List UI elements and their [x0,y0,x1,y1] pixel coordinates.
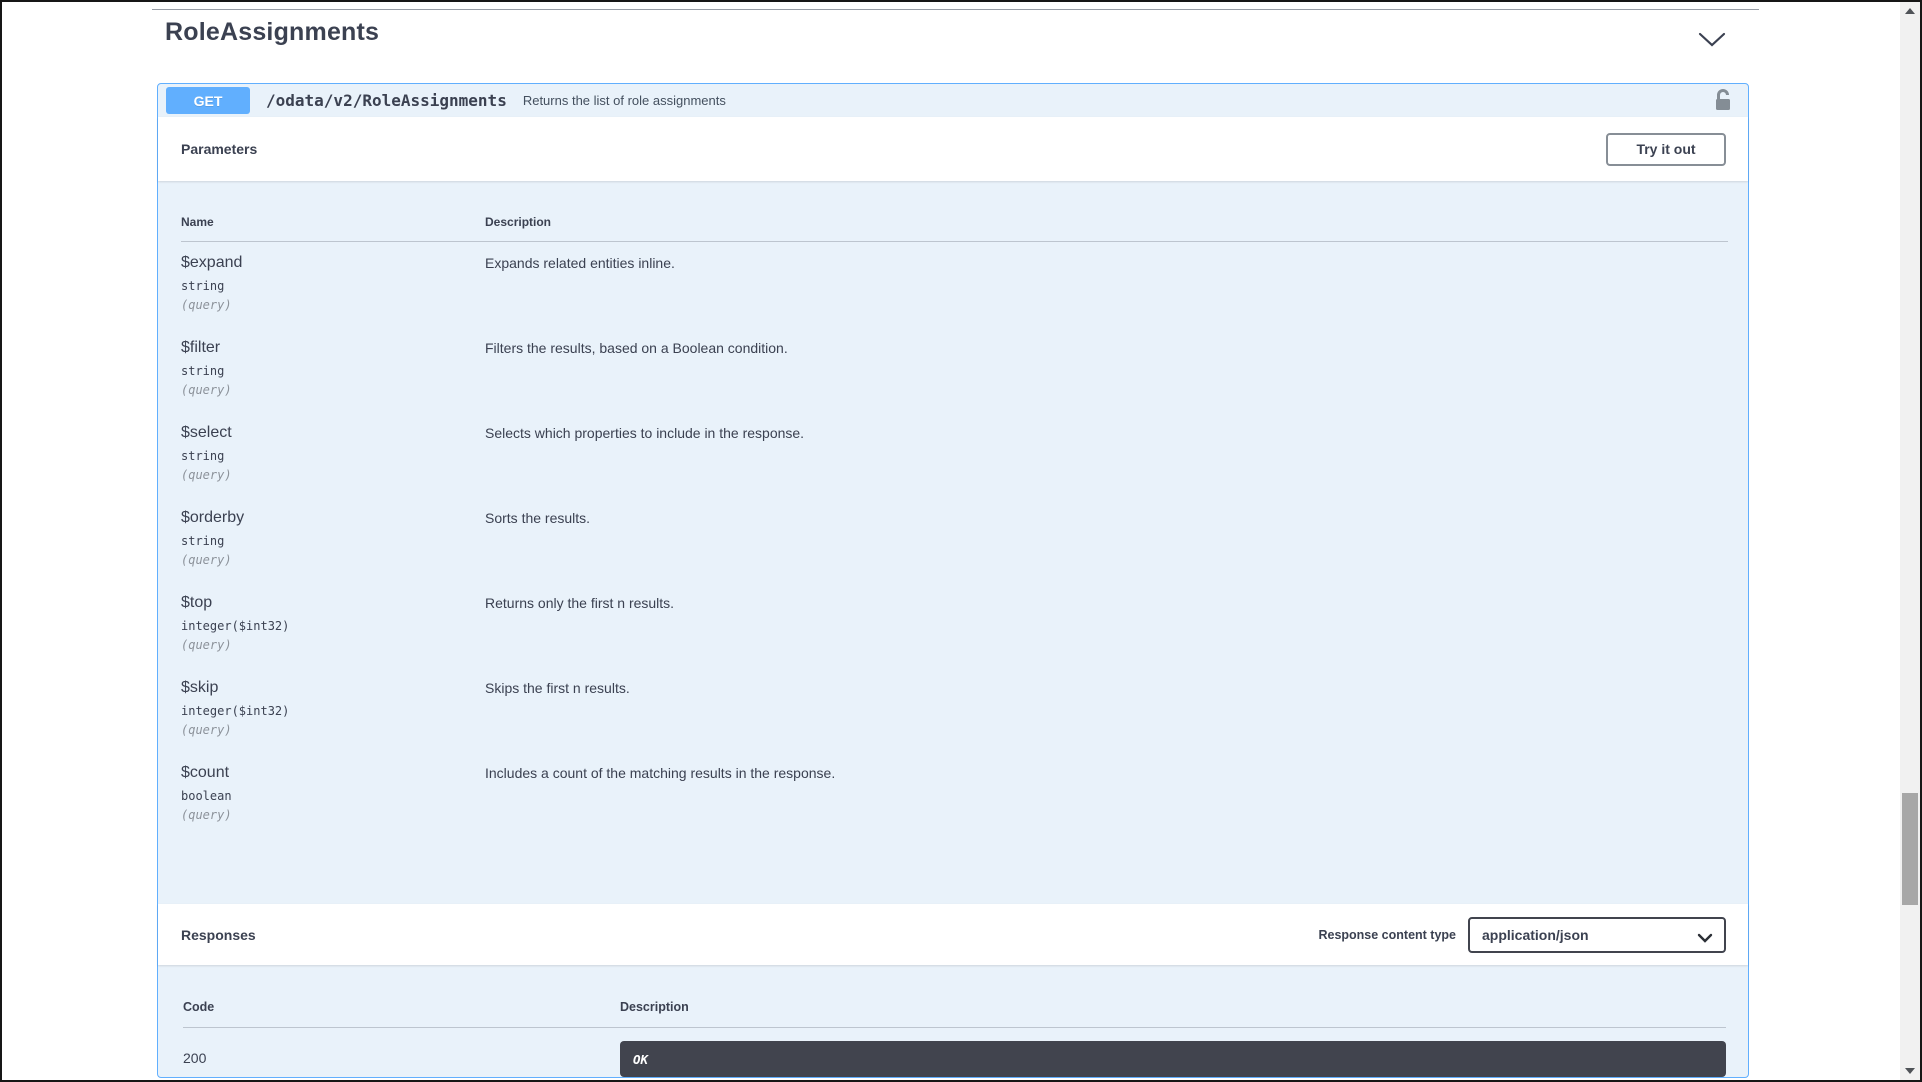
param-location: (query) [181,468,232,482]
section-divider [152,9,1759,10]
param-location: (query) [181,638,232,652]
table-row: $expand string (query) Expands related e… [181,254,1728,327]
operation-description: Returns the list of role assignments [522,93,726,108]
responses-header: Responses Response content type applicat… [158,904,1748,965]
param-description: Expands related entities inline. [485,255,675,271]
endpoint-path: /odata/v2/RoleAssignments [266,91,507,110]
param-location: (query) [181,298,232,312]
param-type: integer($int32) [181,704,290,718]
param-type: boolean [181,789,232,803]
param-type: string [181,449,225,463]
table-row: $select string (query) Selects which pro… [181,424,1728,497]
param-location: (query) [181,383,232,397]
param-description: Sorts the results. [485,510,591,526]
chevron-down-icon[interactable] [1697,30,1727,50]
param-location: (query) [181,553,232,567]
param-description: Filters the results, based on a Boolean … [485,340,788,356]
unlock-icon [1713,89,1733,116]
swagger-ui-page: RoleAssignments GET /odata/v2/RoleAssign… [0,0,1922,1082]
table-row: $count boolean (query) Includes a count … [181,764,1728,837]
triangle-down-icon [1905,1068,1915,1074]
scroll-up-button[interactable] [1900,2,1920,20]
param-description: Returns only the first n results. [485,595,675,611]
chevron-down-icon [1697,930,1713,943]
page-title: RoleAssignments [165,18,380,46]
param-name: $count [181,764,230,781]
param-name: $select [181,424,232,441]
vertical-scrollbar[interactable] [1900,2,1920,1080]
responses-table-header: Code Description [183,1000,1726,1028]
operation-summary[interactable]: GET /odata/v2/RoleAssignments Returns th… [158,84,1748,118]
response-description: OK [633,1051,649,1067]
param-type: integer($int32) [181,619,290,633]
column-header-description: Description [485,215,552,229]
param-name: $orderby [181,509,245,526]
column-header-code: Code [183,1000,215,1014]
param-location: (query) [181,723,232,737]
table-row: 200 OK [183,1041,1726,1077]
response-content-type-select[interactable]: application/json [1468,916,1726,953]
param-name: $filter [181,339,221,356]
response-description-bar: OK [620,1041,1726,1077]
table-row: $orderby string (query) Sorts the result… [181,509,1728,582]
parameters-table: Name Description $expand string (query) … [158,181,1748,904]
response-code: 200 [183,1050,207,1066]
scrollbar-thumb[interactable] [1902,793,1918,905]
param-name: $skip [181,679,219,696]
param-type: string [181,364,225,378]
auth-lock-button[interactable] [1712,87,1734,114]
triangle-up-icon [1905,8,1915,14]
http-method-badge: GET [166,87,250,114]
response-content-type-label: Response content type [1318,927,1456,942]
param-description: Selects which properties to include in t… [485,425,805,441]
responses-title: Responses [181,926,256,943]
table-row: $top integer($int32) (query) Returns onl… [181,594,1728,667]
param-name: $top [181,594,213,611]
param-type: string [181,279,225,293]
column-header-name: Name [181,215,214,229]
parameters-title: Parameters [181,141,258,157]
parameters-table-header: Name Description [181,215,1728,242]
param-location: (query) [181,808,232,822]
param-type: string [181,534,225,548]
responses-table: Code Description 200 OK [158,965,1748,1080]
table-row: $filter string (query) Filters the resul… [181,339,1728,412]
scroll-down-button[interactable] [1900,1062,1920,1080]
param-name: $expand [181,254,243,271]
table-row: $skip integer($int32) (query) Skips the … [181,679,1728,752]
try-it-out-button[interactable]: Try it out [1606,132,1726,166]
response-content-type-value: application/json [1482,926,1589,943]
operation-block-get: GET /odata/v2/RoleAssignments Returns th… [157,83,1749,1078]
column-header-description: Description [620,1000,689,1014]
param-description: Includes a count of the matching results… [485,765,836,781]
param-description: Skips the first n results. [485,680,630,696]
parameters-header: Parameters Try it out [158,117,1748,181]
